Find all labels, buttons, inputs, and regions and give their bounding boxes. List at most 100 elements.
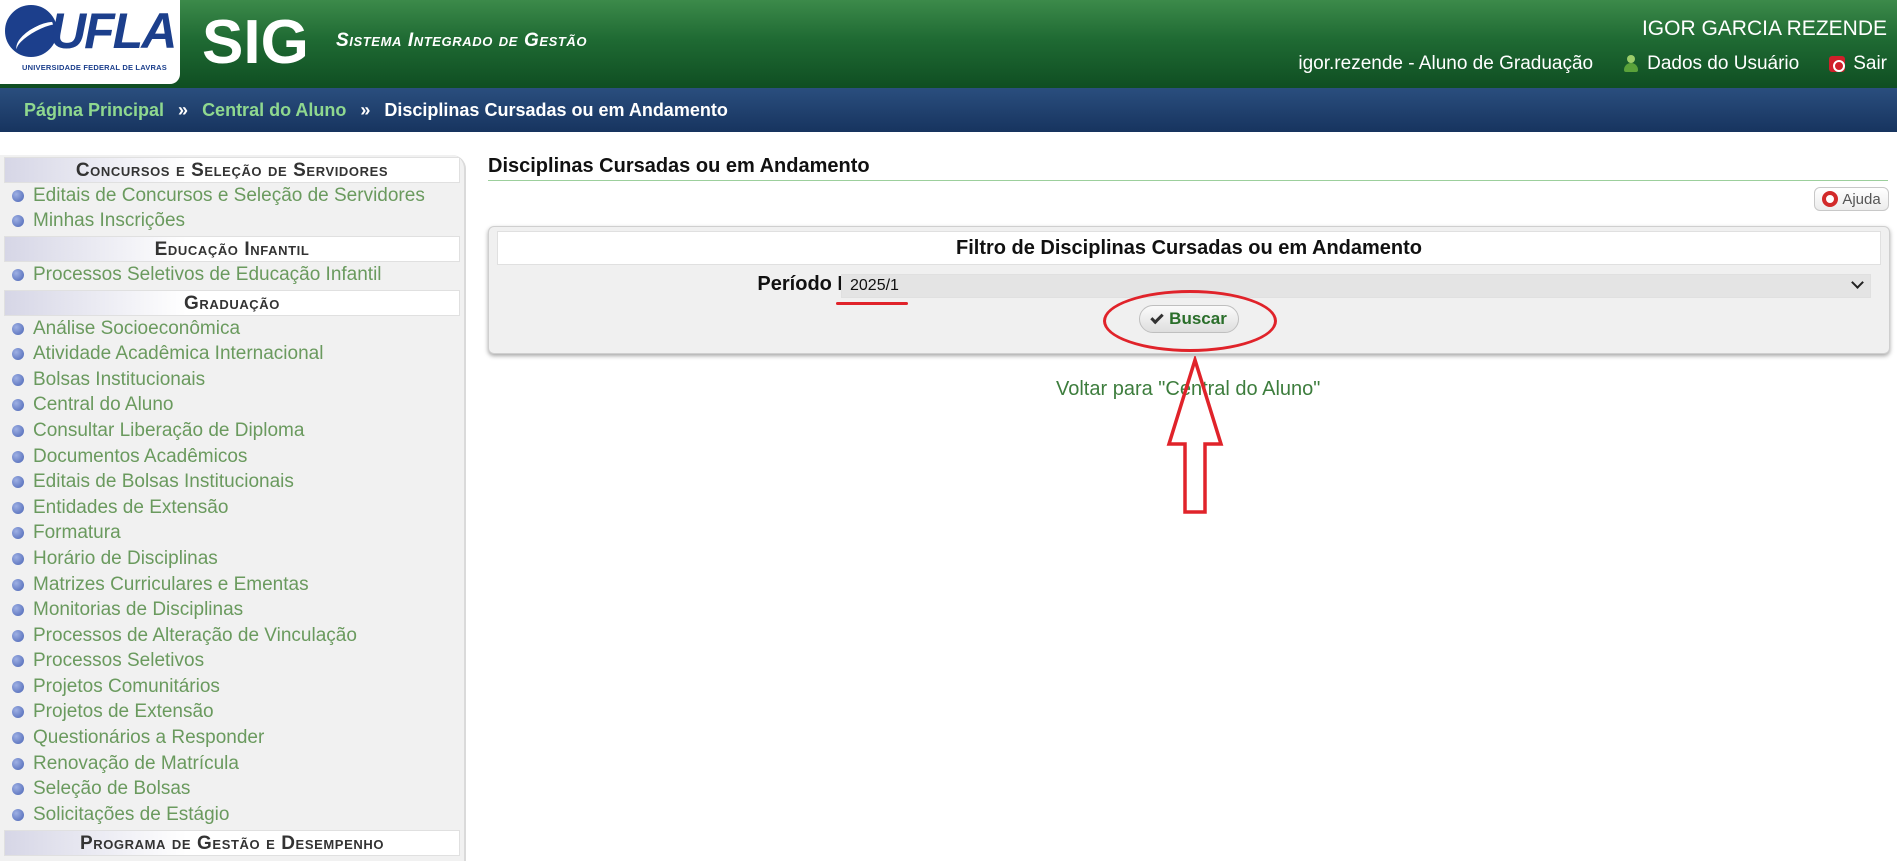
help-button[interactable]: Ajuda (1814, 187, 1889, 211)
sidebar-section-title: Programa de Gestão e Desempenho (4, 829, 460, 856)
bullet-icon (12, 706, 24, 719)
sidebar-item-label: Central do Aluno (33, 394, 174, 416)
system-full-name: Sistema Integrado de Gestão (336, 30, 588, 51)
app-header: UFLA UNIVERSIDADE FEDERAL DE LAVRAS SIG … (0, 0, 1897, 88)
sidebar-item-label: Solicitações de Estágio (33, 803, 230, 825)
sidebar-item[interactable]: Processos de Alteração de Vinculação (0, 623, 464, 649)
sidebar-section-title: Educação Infantil (4, 236, 460, 263)
sidebar-item-label: Matrizes Curriculares e Ementas (33, 573, 309, 595)
user-info-bar: igor.rezende - Aluno de Graduação Dados … (1298, 53, 1887, 75)
sidebar-item[interactable]: Central do Aluno (0, 393, 464, 419)
sidebar-item[interactable]: Bolsas Institucionais (0, 367, 464, 393)
bullet-icon (12, 552, 24, 565)
bullet-icon (12, 783, 24, 796)
bullet-icon (12, 527, 24, 540)
breadcrumb-separator: » (360, 99, 371, 120)
sidebar-item-label: Formatura (33, 522, 121, 544)
bullet-icon (12, 680, 24, 693)
bullet-icon (12, 655, 24, 668)
period-selected-value: 2025/1 (850, 277, 899, 294)
sidebar-item-label: Editais de Concursos e Seleção de Servid… (33, 184, 425, 206)
bullet-icon (12, 348, 24, 361)
sidebar-item[interactable]: Editais de Bolsas Institucionais (0, 469, 464, 495)
sidebar-menu: Concursos e Seleção de Servidores Editai… (0, 155, 466, 861)
bullet-icon (12, 373, 24, 386)
sidebar-item-label: Processos de Alteração de Vinculação (33, 624, 357, 646)
bullet-icon (12, 322, 24, 335)
sidebar-item[interactable]: Horário de Disciplinas (0, 546, 464, 572)
sidebar-item-label: Análise Socioeconômica (33, 317, 241, 339)
ufla-logo[interactable]: UFLA UNIVERSIDADE FEDERAL DE LAVRAS (0, 0, 180, 84)
sidebar-item-label: Editais de Bolsas Institucionais (33, 471, 294, 493)
sidebar-item-label: Monitorias de Disciplinas (33, 599, 244, 621)
sidebar-item-label: Minhas Inscrições (33, 210, 186, 232)
sidebar-item-label: Seleção de Bolsas (33, 778, 191, 800)
bullet-icon (12, 578, 24, 591)
bullet-icon (12, 268, 24, 281)
sidebar-item[interactable]: Solicitações de Estágio (0, 802, 464, 828)
sidebar-item-label: Documentos Acadêmicos (33, 445, 248, 467)
bullet-icon (12, 757, 24, 770)
sidebar-item[interactable]: Processos Seletivos (0, 649, 464, 675)
sidebar-item-label: Projetos Comunitários (33, 675, 220, 697)
sidebar-item[interactable]: Minhas Inscrições (0, 209, 464, 235)
user-login-role: igor.rezende - Aluno de Graduação (1298, 53, 1594, 74)
chevron-down-icon (1851, 276, 1864, 289)
sidebar-item[interactable]: Editais de Concursos e Seleção de Servid… (0, 183, 464, 209)
logo-wordmark: UFLA (50, 3, 177, 59)
breadcrumb: Página Principal » Central do Aluno » Di… (0, 88, 1897, 132)
sidebar-item-label: Processos Seletivos de Educação Infantil (33, 263, 382, 285)
bullet-icon (12, 450, 24, 463)
sidebar-item[interactable]: Seleção de Bolsas (0, 776, 464, 802)
bullet-icon (12, 604, 24, 617)
sidebar-item[interactable]: Entidades de Extensão (0, 495, 464, 521)
breadcrumb-central-link[interactable]: Central do Aluno (202, 100, 346, 121)
filter-caption: Filtro de Disciplinas Cursadas ou em And… (497, 231, 1881, 265)
logo-subtitle: UNIVERSIDADE FEDERAL DE LAVRAS (22, 63, 167, 72)
bullet-icon (12, 476, 24, 489)
sidebar-item[interactable]: Análise Socioeconômica (0, 316, 464, 342)
sidebar-item[interactable]: Consultar Liberação de Diploma (0, 418, 464, 444)
bullet-icon (12, 629, 24, 642)
breadcrumb-home-link[interactable]: Página Principal (24, 100, 164, 121)
bullet-icon (12, 424, 24, 437)
logout-link[interactable]: Sair (1853, 53, 1887, 75)
sidebar-item[interactable]: Processos Seletivos de Educação Infantil (0, 262, 464, 288)
sidebar-item[interactable]: Renovação de Matrícula (0, 751, 464, 777)
user-data-link[interactable]: Dados do Usuário (1647, 53, 1799, 75)
bullet-icon (12, 189, 24, 202)
help-label: Ajuda (1842, 190, 1881, 208)
sidebar-section-title: Graduação (4, 289, 460, 316)
sidebar-item-label: Consultar Liberação de Diploma (33, 419, 305, 441)
bullet-icon (12, 808, 24, 821)
system-short-name: SIG (202, 8, 309, 77)
user-name: IGOR GARCIA REZENDE (1641, 17, 1887, 40)
bullet-icon (12, 399, 24, 412)
sidebar-item[interactable]: Monitorias de Disciplinas (0, 597, 464, 623)
period-select[interactable]: 2025/1 (841, 274, 1871, 298)
sidebar-item-label: Entidades de Extensão (33, 496, 229, 518)
sidebar-item-label: Horário de Disciplinas (33, 547, 218, 569)
bullet-icon (12, 501, 24, 514)
logout-icon (1829, 56, 1846, 72)
annotation-arrow-icon (1166, 356, 1224, 514)
sidebar-item[interactable]: Questionários a Responder (0, 725, 464, 751)
sidebar-item[interactable]: Atividade Acadêmica Internacional (0, 341, 464, 367)
user-icon (1623, 55, 1639, 73)
sidebar-item[interactable]: Formatura (0, 521, 464, 547)
sidebar-item-label: Atividade Acadêmica Internacional (33, 343, 324, 365)
annotation-underline (836, 302, 908, 305)
sidebar-item[interactable]: Matrizes Curriculares e Ementas (0, 572, 464, 598)
page-title: Disciplinas Cursadas ou em Andamento (488, 155, 870, 177)
sidebar-item-label: Processos Seletivos (33, 650, 205, 672)
annotation-circle (1103, 290, 1277, 352)
sidebar-item[interactable]: Projetos de Extensão (0, 700, 464, 726)
breadcrumb-current: Disciplinas Cursadas ou em Andamento (384, 99, 728, 120)
sidebar-item[interactable]: Documentos Acadêmicos (0, 444, 464, 470)
sidebar-item-label: Projetos de Extensão (33, 701, 214, 723)
sidebar-item-label: Renovação de Matrícula (33, 752, 239, 774)
sidebar-item[interactable]: Projetos Comunitários (0, 674, 464, 700)
breadcrumb-separator: » (178, 99, 189, 120)
sidebar-section-title: Concursos e Seleção de Servidores (4, 157, 460, 183)
bullet-icon (12, 732, 24, 745)
